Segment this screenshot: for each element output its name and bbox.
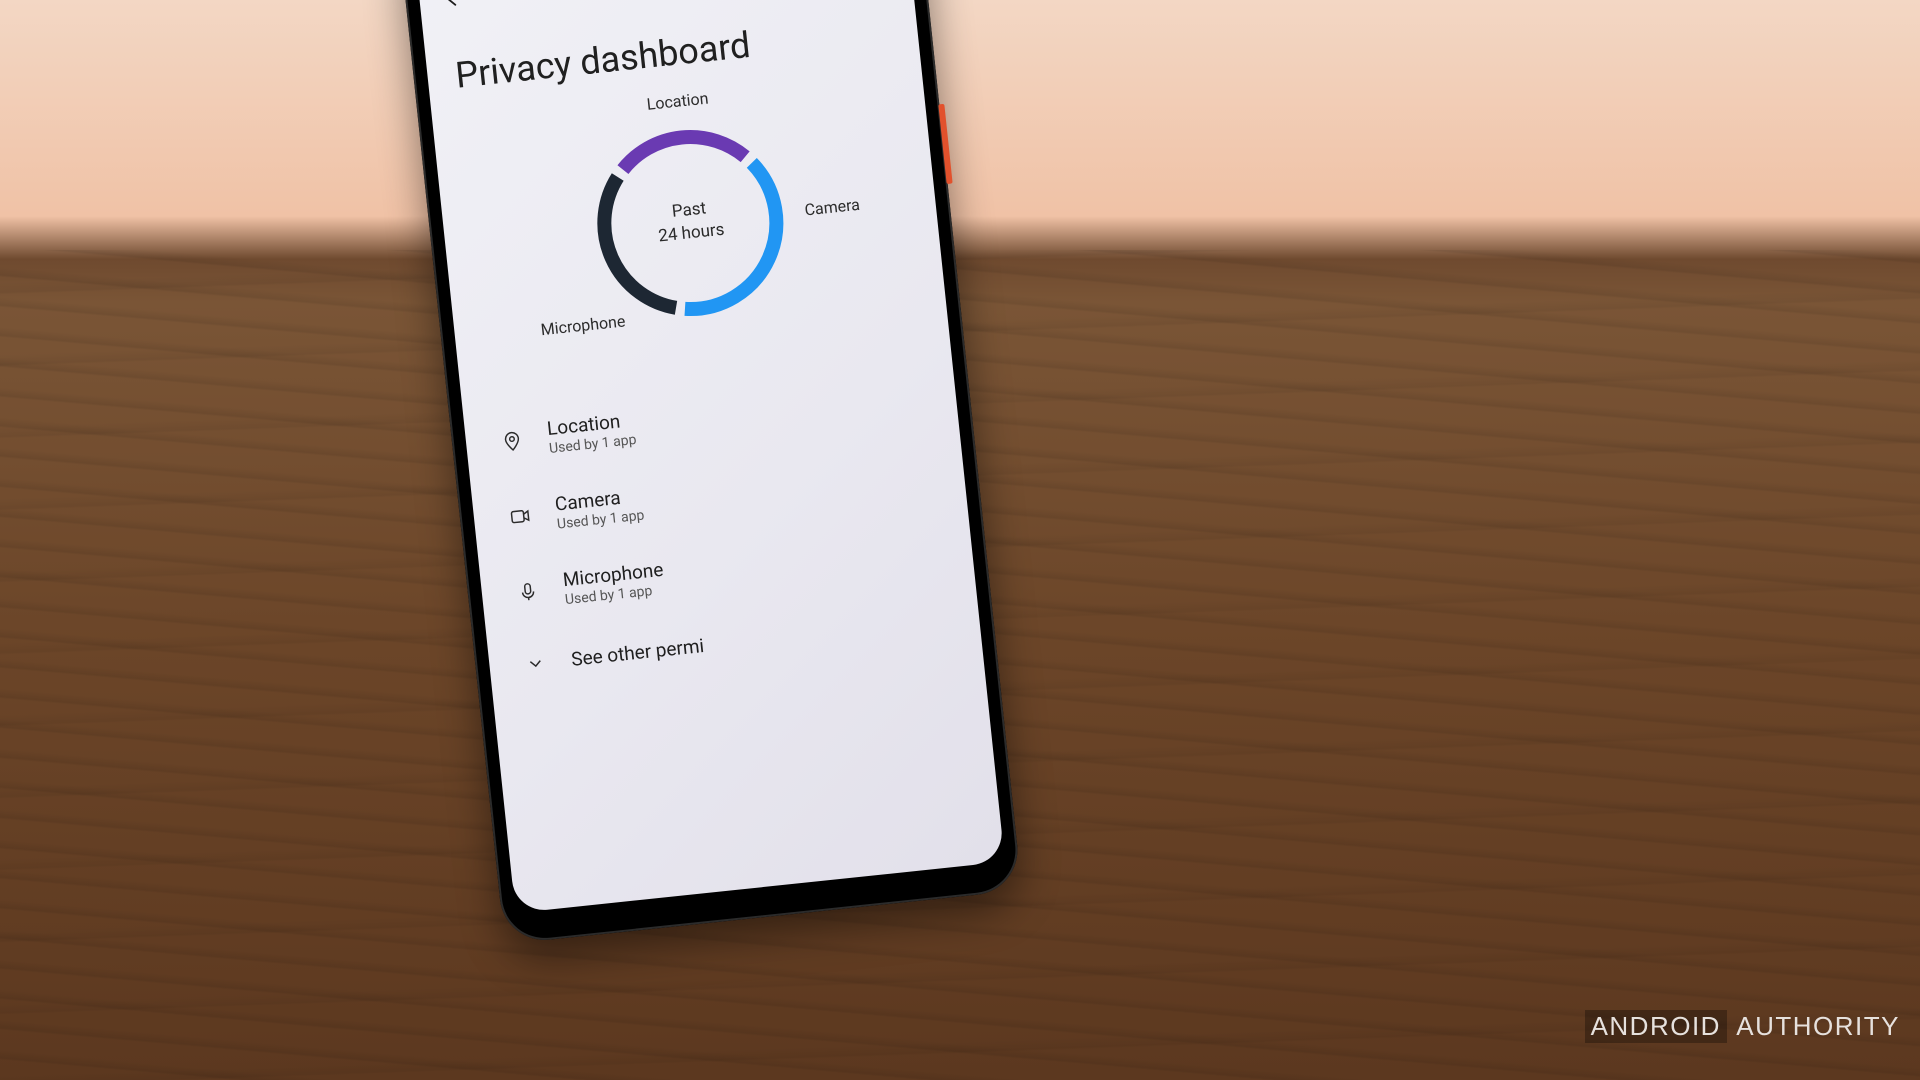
usage-chart: Past 24 hours Location Camera Microphone	[433, 72, 949, 382]
microphone-icon	[515, 580, 541, 604]
photo-scene: ANDROID AUTHORITY 5:44 73%	[0, 0, 1920, 1080]
phone: 5:44 73%	[398, 0, 1022, 944]
chevron-down-icon	[523, 652, 549, 674]
watermark-boxed: ANDROID	[1585, 1010, 1727, 1043]
watermark: ANDROID AUTHORITY	[1585, 1011, 1900, 1042]
location-pin-icon	[499, 429, 525, 453]
phone-frame: 5:44 73%	[398, 0, 1022, 944]
screen: 5:44 73%	[414, 0, 1005, 913]
chart-label-camera: Camera	[804, 195, 861, 220]
watermark-rest: AUTHORITY	[1736, 1011, 1900, 1041]
chart-label-microphone: Microphone	[540, 311, 626, 339]
arrow-left-icon	[443, 0, 467, 10]
see-other-label: See other permi	[570, 634, 705, 671]
chart-center-label: Past 24 hours	[655, 196, 726, 249]
back-button[interactable]	[436, 0, 476, 18]
permissions-list: Location Used by 1 app Camera Used by 1 …	[462, 348, 981, 679]
power-button	[938, 104, 952, 184]
camera-icon	[507, 504, 533, 528]
